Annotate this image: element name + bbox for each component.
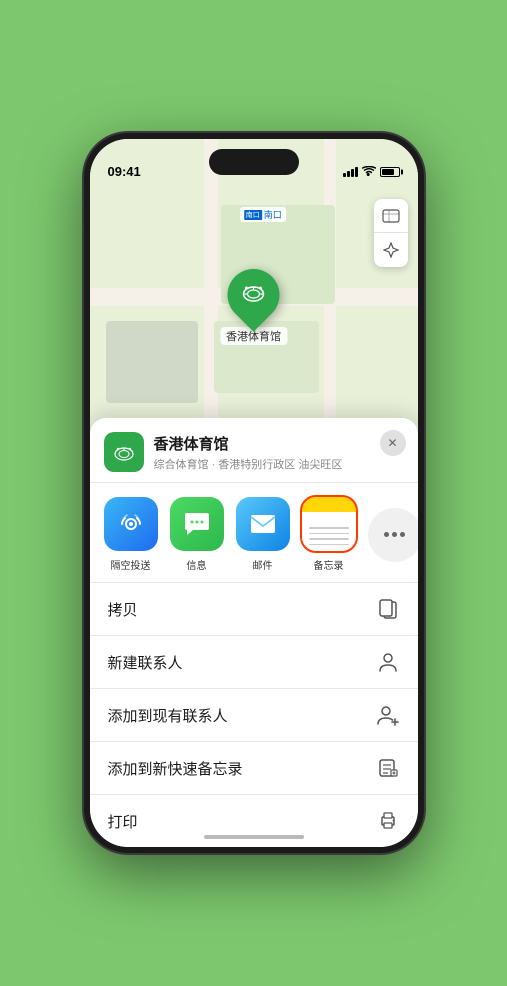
action-quick-note[interactable]: 添加到新快速备忘录 <box>90 742 418 795</box>
wifi-icon <box>362 165 376 179</box>
map-controls <box>374 199 408 267</box>
home-indicator <box>204 835 304 839</box>
share-more[interactable] <box>368 508 418 562</box>
person-add-icon <box>376 703 400 727</box>
status-icons <box>343 165 400 181</box>
notes-lines <box>309 527 349 545</box>
sheet-header: 香港体育馆 综合体育馆 · 香港特别行政区 油尖旺区 ✕ <box>90 418 418 483</box>
phone-screen: 09:41 <box>90 139 418 847</box>
action-print[interactable]: 打印 <box>90 795 418 847</box>
location-button[interactable] <box>374 233 408 267</box>
map-type-button[interactable] <box>374 199 408 233</box>
airdrop-icon <box>104 497 158 551</box>
signal-bars-icon <box>343 167 358 177</box>
message-label: 信息 <box>187 557 207 572</box>
action-copy-label: 拷贝 <box>108 599 138 620</box>
copy-icon <box>376 597 400 621</box>
action-list: 拷贝 新建联系人 <box>90 583 418 847</box>
share-item-mail[interactable]: 邮件 <box>236 497 290 572</box>
printer-icon <box>376 809 400 833</box>
action-add-contact[interactable]: 添加到现有联系人 <box>90 689 418 742</box>
share-row: 隔空投送 信息 <box>90 483 418 583</box>
pin-circle <box>217 258 291 332</box>
message-icon <box>170 497 224 551</box>
action-new-contact-label: 新建联系人 <box>108 652 183 673</box>
share-item-airdrop[interactable]: 隔空投送 <box>104 497 158 572</box>
venue-subtitle: 综合体育馆 · 香港特别行政区 油尖旺区 <box>154 456 404 472</box>
dynamic-island <box>209 149 299 175</box>
south-gate-label: 南口 南口 <box>240 207 286 222</box>
phone-frame: 09:41 <box>84 133 424 853</box>
venue-name: 香港体育馆 <box>154 433 404 454</box>
battery-icon <box>380 167 400 177</box>
south-gate-box: 南口 <box>244 210 262 220</box>
notes-label: 备忘录 <box>314 557 344 572</box>
share-item-notes[interactable]: 备忘录 <box>302 497 356 572</box>
more-dots-icon <box>368 508 418 562</box>
notes-icon <box>302 497 356 551</box>
action-add-contact-label: 添加到现有联系人 <box>108 705 228 726</box>
action-print-label: 打印 <box>108 811 138 832</box>
bottom-sheet: 香港体育馆 综合体育馆 · 香港特别行政区 油尖旺区 ✕ <box>90 418 418 847</box>
action-quick-note-label: 添加到新快速备忘录 <box>108 758 243 779</box>
note-icon <box>376 756 400 780</box>
close-button[interactable]: ✕ <box>380 430 406 456</box>
action-copy[interactable]: 拷贝 <box>90 583 418 636</box>
stadium-pin: 香港体育馆 <box>220 269 287 345</box>
share-item-message[interactable]: 信息 <box>170 497 224 572</box>
status-time: 09:41 <box>108 164 141 181</box>
person-icon <box>376 650 400 674</box>
airdrop-label: 隔空投送 <box>111 557 151 572</box>
venue-info: 香港体育馆 综合体育馆 · 香港特别行政区 油尖旺区 <box>154 433 404 472</box>
venue-icon <box>104 432 144 472</box>
pin-icon <box>240 278 268 312</box>
mail-label: 邮件 <box>253 557 273 572</box>
mail-icon <box>236 497 290 551</box>
action-new-contact[interactable]: 新建联系人 <box>90 636 418 689</box>
